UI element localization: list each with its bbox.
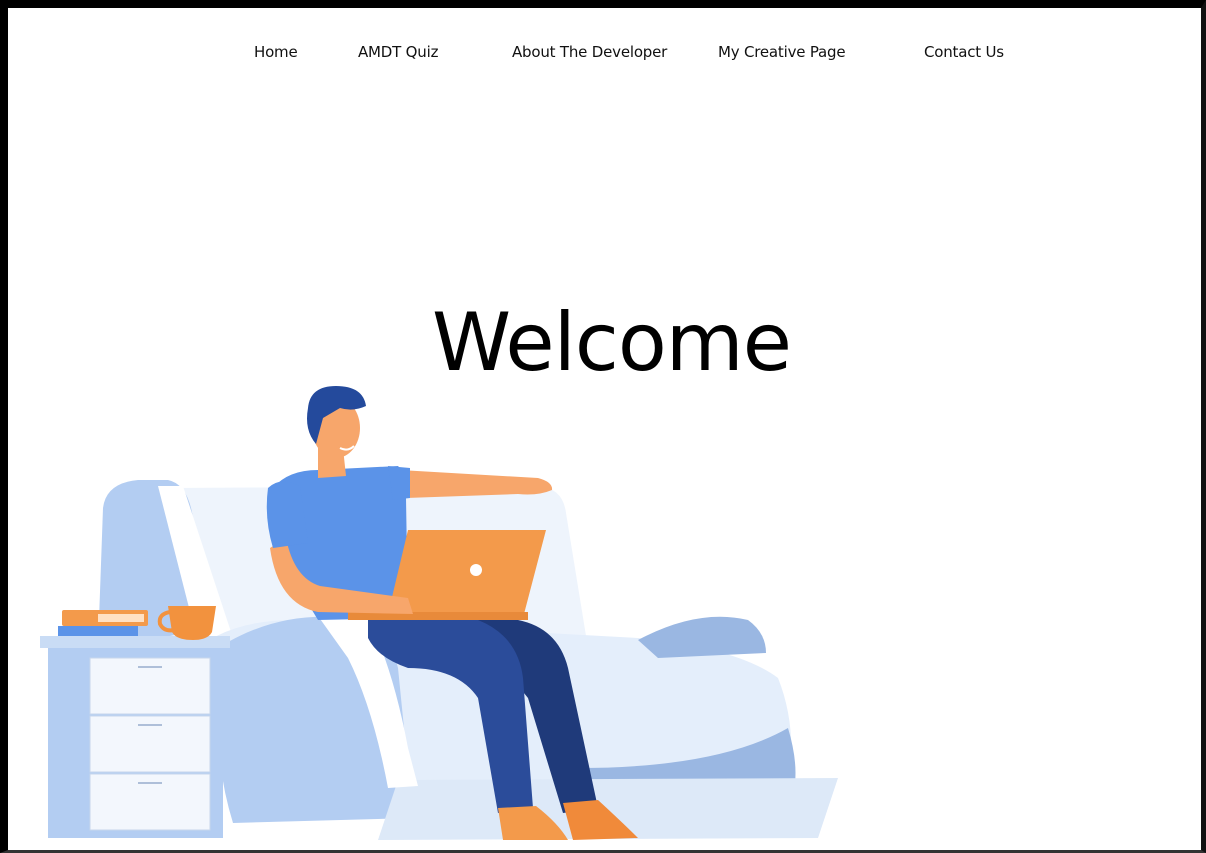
laptop-base — [348, 612, 528, 620]
man-arm-extended — [400, 470, 553, 498]
main-nav: Home AMDT Quiz About The Developer My Cr… — [8, 43, 1201, 73]
sofa-right-cushion — [638, 616, 766, 658]
mug — [168, 606, 216, 640]
nav-home[interactable]: Home — [254, 43, 298, 61]
man-on-sofa-illustration — [40, 386, 838, 840]
laptop-logo — [470, 564, 482, 576]
laptop-screen — [388, 530, 546, 614]
nav-amdt-quiz[interactable]: AMDT Quiz — [358, 43, 438, 61]
nav-about-developer[interactable]: About The Developer — [512, 43, 667, 61]
nav-creative-page[interactable]: My Creative Page — [718, 43, 846, 61]
page-frame: Home AMDT Quiz About The Developer My Cr… — [0, 0, 1206, 853]
nav-contact-us[interactable]: Contact Us — [924, 43, 1004, 61]
book-bottom — [58, 626, 138, 636]
